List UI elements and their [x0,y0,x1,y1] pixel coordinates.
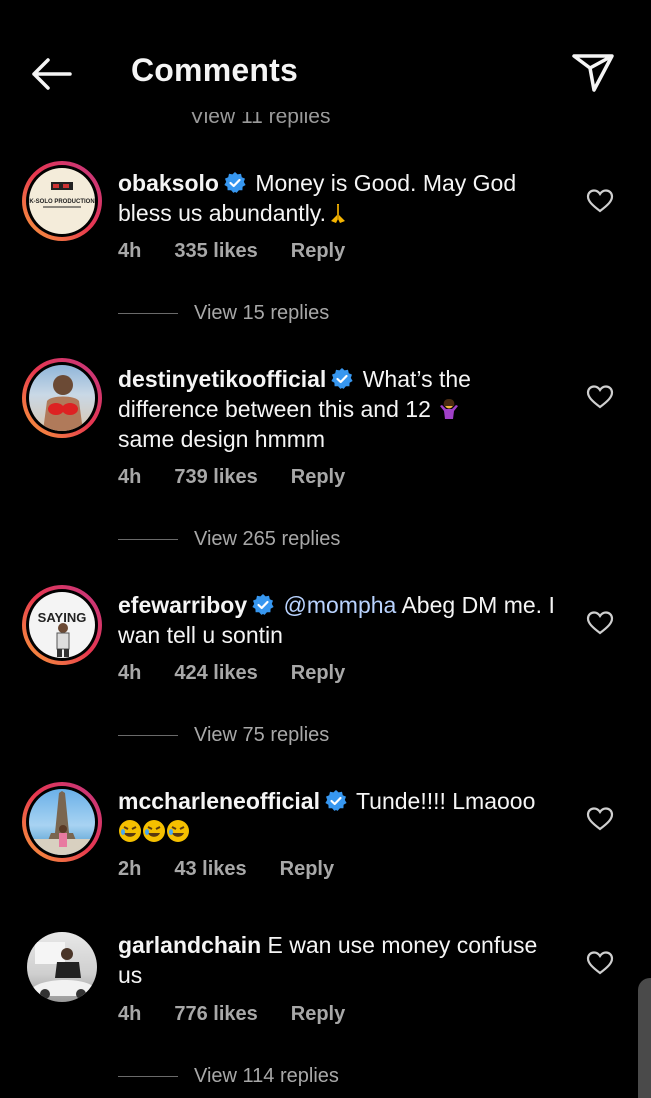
timestamp: 2h [118,858,142,880]
username[interactable]: destinyetikoofficial [118,366,326,392]
verified-badge-icon [224,172,246,193]
heart-outline-icon[interactable] [586,188,614,214]
rofl-emoji-icon [167,820,189,842]
timestamp: 4h [118,240,142,262]
page-title: Comments [131,52,298,88]
reply-button[interactable]: Reply [291,466,345,488]
avatar[interactable]: SAYING [22,585,102,665]
view-replies-button[interactable]: View 15 replies [118,302,329,325]
verified-badge-icon [252,594,274,615]
timestamp: 4h [118,466,142,488]
reply-button[interactable]: Reply [280,858,334,880]
arrow-left-icon[interactable] [28,52,74,96]
avatar[interactable] [22,782,102,862]
view-replies-button[interactable]: View 265 replies [118,528,340,551]
avatar[interactable] [27,932,97,1002]
paper-plane-icon[interactable] [570,48,616,92]
heart-outline-icon[interactable] [586,806,614,832]
avatar[interactable]: K-SOLO PRODUCTION [22,161,102,241]
top-bar: Comments [0,0,651,112]
rofl-emoji-icon [119,820,141,842]
heart-outline-icon[interactable] [586,384,614,410]
comment-text: garlandchain E wan use money confuse us [118,930,558,990]
svg-text:K-SOLO PRODUCTION: K-SOLO PRODUCTION [29,199,94,205]
divider-line [118,735,178,737]
heart-outline-icon[interactable] [586,610,614,636]
comment-text: mccharleneofficial Tunde!!!! Lmaooo [118,786,558,846]
avatar[interactable] [22,358,102,438]
folded-hands-emoji-icon [331,204,345,223]
comment-text: obaksolo Money is Good. May God bless us… [118,168,558,228]
rofl-emoji-icon [143,820,165,842]
verified-badge-icon [325,790,347,811]
profile-photo [29,791,95,855]
likes-count[interactable]: 335 likes [174,240,257,262]
username[interactable]: garlandchain [118,932,261,958]
woman-shrugging-emoji-icon [440,399,459,419]
comment-body-continued: same design hmmm [118,426,326,452]
comment-meta: 2h 43 likes Reply [118,858,367,881]
divider-line [118,539,178,541]
reply-button[interactable]: Reply [291,240,345,262]
verified-badge-icon [331,368,353,389]
comment-body: Tunde!!!! Lmaooo [355,788,536,814]
svg-text:SAYING: SAYING [38,610,87,625]
likes-count[interactable]: 776 likes [174,1003,257,1025]
divider-line [118,313,178,315]
reply-button[interactable]: Reply [291,662,345,684]
comment-meta: 4h 739 likes Reply [118,466,378,489]
view-replies-button[interactable]: View 114 replies [118,1065,339,1088]
timestamp: 4h [118,1003,142,1025]
username[interactable]: obaksolo [118,170,219,196]
comment-text: efewarriboy @mompha Abeg DM me. I wan te… [118,590,558,650]
logo-image: SAYING [38,610,87,657]
username[interactable]: mccharleneofficial [118,788,320,814]
comment-text: destinyetikoofficial What’s the differen… [118,364,558,454]
divider-line [118,1076,178,1078]
logo-image: K-SOLO PRODUCTION [29,182,95,208]
profile-photo [43,375,83,431]
username[interactable]: efewarriboy [118,592,247,618]
view-replies-button[interactable]: View 75 replies [118,724,329,747]
comment-meta: 4h 335 likes Reply [118,240,378,263]
likes-count[interactable]: 43 likes [174,858,246,880]
likes-count[interactable]: 424 likes [174,662,257,684]
likes-count[interactable]: 739 likes [174,466,257,488]
comment-meta: 4h 424 likes Reply [118,662,378,685]
profile-photo [31,942,95,999]
mention-link[interactable]: @mompha [284,592,397,618]
reply-button[interactable]: Reply [291,1003,345,1025]
timestamp: 4h [118,662,142,684]
heart-outline-icon[interactable] [586,950,614,976]
scrollbar[interactable] [638,978,651,1098]
comment-meta: 4h 776 likes Reply [118,1003,378,1026]
